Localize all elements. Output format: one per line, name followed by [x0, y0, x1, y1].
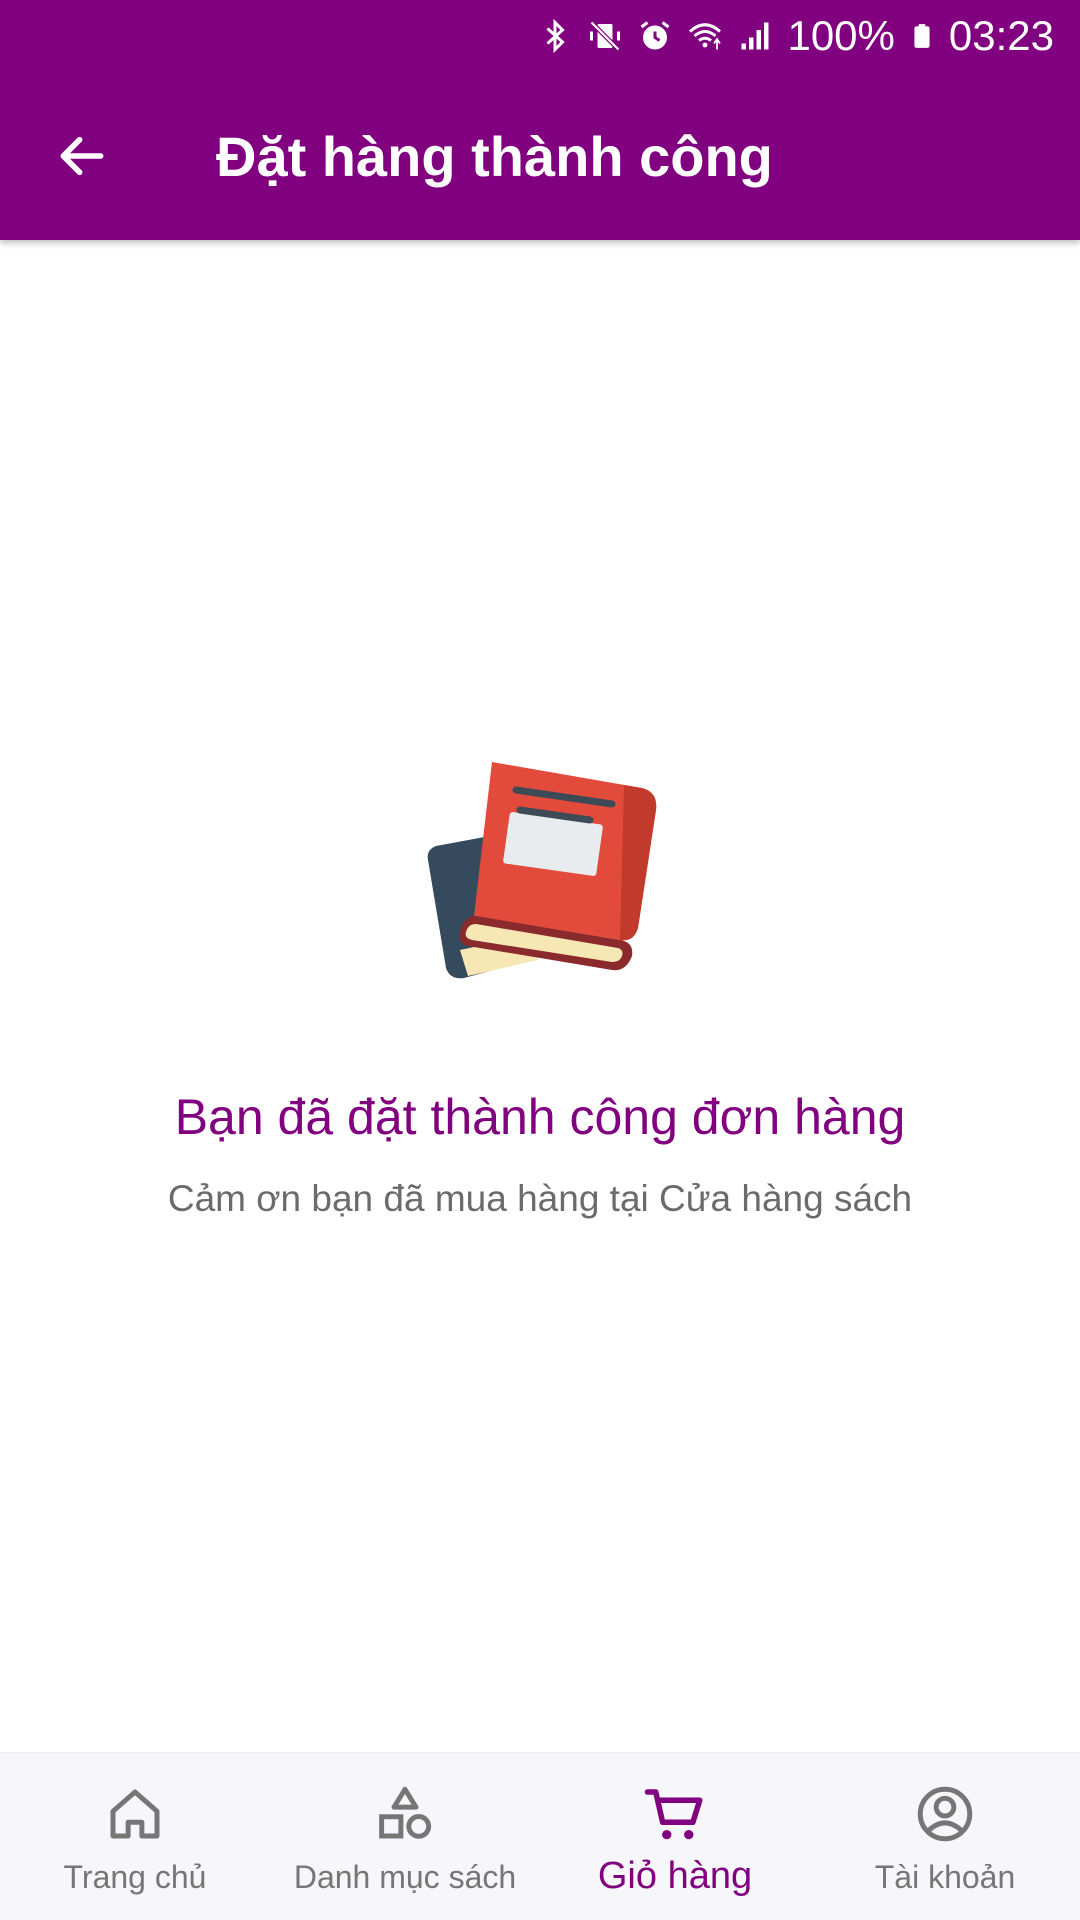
battery-percent: 100%: [787, 12, 895, 59]
nav-label-categories: Danh mục sách: [293, 1859, 517, 1895]
nav-item-home[interactable]: Trang chủ: [0, 1753, 270, 1920]
status-bar: 100% 03:23: [0, 0, 1080, 72]
nav-label-home: Trang chủ: [63, 1859, 207, 1895]
wifi-icon: [689, 23, 722, 50]
back-button[interactable]: [44, 118, 120, 194]
category-icon: [379, 1786, 432, 1839]
nav-label-account: Tài khoản: [874, 1859, 1016, 1895]
books-icon: [427, 762, 657, 979]
vibrate-mute-icon: [590, 20, 621, 52]
app-bar: 100% 03:23 Đặt hàng thành công: [0, 0, 1080, 240]
home-icon: [110, 1789, 160, 1839]
account-icon: [917, 1786, 973, 1842]
nav-label-cart: Giỏ hàng: [597, 1855, 753, 1897]
alarm-icon: [641, 21, 670, 50]
page-title: Đặt hàng thành công: [216, 125, 773, 188]
nav-item-categories[interactable]: Danh mục sách: [270, 1753, 540, 1920]
clock: 03:23: [948, 12, 1054, 59]
nav-item-account[interactable]: Tài khoản: [810, 1753, 1080, 1920]
battery-icon: [914, 24, 930, 48]
thank-you-message: Cảm ơn bạn đã mua hàng tại Cửa hàng sách: [167, 1178, 913, 1219]
bottom-navigation: Trang chủ Danh mục sách Giỏ hàng Tài kho…: [0, 1752, 1080, 1920]
toolbar: Đặt hàng thành công: [0, 96, 1080, 216]
signal-icon: [741, 22, 769, 50]
bluetooth-icon: [546, 18, 566, 54]
success-headline: Bạn đã đặt thành công đơn hàng: [174, 1089, 906, 1145]
nav-item-cart[interactable]: Giỏ hàng: [540, 1753, 810, 1920]
arrow-left-icon: [60, 136, 104, 176]
cart-icon: [644, 1789, 703, 1840]
